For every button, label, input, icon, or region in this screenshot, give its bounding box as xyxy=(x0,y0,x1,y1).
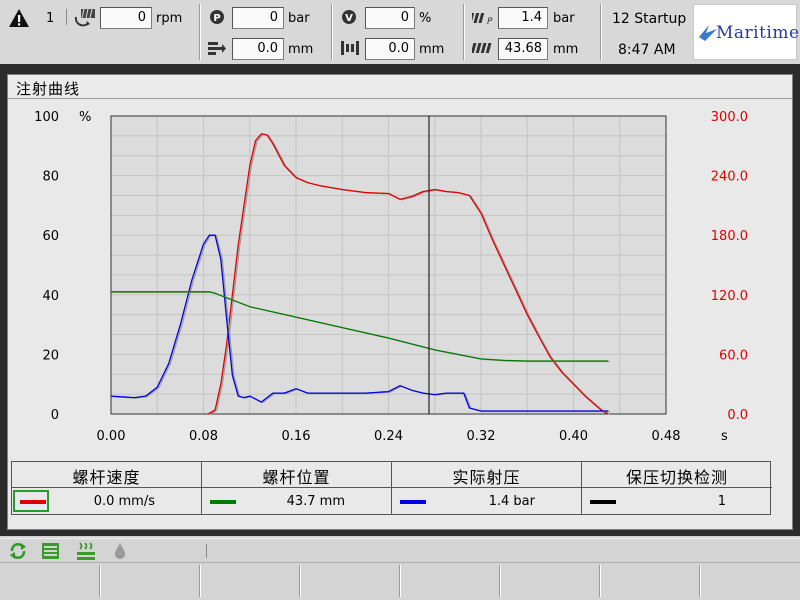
legend-value: 1 xyxy=(717,494,726,509)
stroke-field[interactable]: 0.0 xyxy=(232,38,284,60)
right-tick-label: 180.0 xyxy=(711,229,748,244)
pressure-unit: bar xyxy=(288,11,310,26)
legend-value: 43.7 mm xyxy=(286,494,345,509)
alarm-count: 1 xyxy=(46,11,55,26)
status-divider xyxy=(206,544,207,558)
x-tick-label: 0.00 xyxy=(97,429,126,444)
injection-pressure-field[interactable]: 1.4 xyxy=(498,7,548,29)
separator xyxy=(600,4,602,60)
injection-pressure-icon: P xyxy=(472,13,493,26)
legend-item-changeover-detect[interactable]: 保压切换检测 1 xyxy=(582,462,772,514)
separator xyxy=(463,4,465,60)
divider xyxy=(66,9,67,25)
legend-item-actual-pressure[interactable]: 实际射压 1.4 bar xyxy=(392,462,582,514)
logo-text: Maritime xyxy=(716,23,800,43)
right-tick-label: 300.0 xyxy=(711,110,748,125)
x-tick-label: 0.32 xyxy=(467,429,496,444)
left-tick-label: 80 xyxy=(42,170,59,185)
legend-swatch-red xyxy=(20,500,46,504)
panel-title: 注射曲线 xyxy=(8,75,792,99)
legend-swatch-blue xyxy=(400,500,426,504)
legend-label: 螺杆位置 xyxy=(202,462,391,488)
machine-mode[interactable]: 12 Startup xyxy=(612,11,686,27)
x-tick-label: 0.16 xyxy=(282,429,311,444)
cycle-icon[interactable] xyxy=(8,542,28,560)
left-axis-unit: % xyxy=(79,110,91,125)
injection-pos-field[interactable]: 43.68 xyxy=(498,38,548,60)
bottom-status-bar xyxy=(0,538,800,562)
legend-swatch-green xyxy=(210,500,236,504)
legend-item-screw-speed[interactable]: 螺杆速度 0.0 mm/s xyxy=(12,462,202,514)
softkey-6[interactable] xyxy=(500,565,600,599)
injection-pressure-unit: bar xyxy=(553,11,575,26)
screw-rpm-unit: rpm xyxy=(156,11,183,26)
softkey-4[interactable] xyxy=(300,565,400,599)
softkey-8[interactable] xyxy=(700,565,800,599)
left-tick-label: 100 xyxy=(34,110,59,125)
valve-icon: V xyxy=(342,10,356,24)
separator xyxy=(199,4,201,60)
right-tick-label: 60.0 xyxy=(719,348,748,363)
right-tick-label: 120.0 xyxy=(711,289,748,304)
clock: 8:47 AM xyxy=(618,42,676,58)
softkey-5[interactable] xyxy=(400,565,500,599)
left-tick-label: 0 xyxy=(51,408,59,423)
x-tick-label: 0.40 xyxy=(559,429,588,444)
legend-label: 螺杆速度 xyxy=(12,462,201,488)
mold-pos-unit: mm xyxy=(419,42,445,57)
left-tick-label: 60 xyxy=(42,229,59,244)
svg-text:P: P xyxy=(213,13,220,24)
injection-position-icon xyxy=(472,43,492,53)
separator xyxy=(331,4,333,60)
valve-percent-unit: % xyxy=(419,11,432,26)
x-tick-label: 0.48 xyxy=(652,429,681,444)
legend-swatch-black xyxy=(590,500,616,504)
legend-label: 保压切换检测 xyxy=(582,462,772,488)
mold-icon xyxy=(341,41,359,55)
left-tick-label: 20 xyxy=(42,348,59,363)
x-axis-unit: s xyxy=(721,429,728,444)
heater-icon[interactable] xyxy=(75,541,97,561)
left-tick-label: 40 xyxy=(42,289,59,304)
svg-text:P: P xyxy=(487,17,493,26)
legend-value: 1.4 bar xyxy=(488,494,535,509)
injection-curve-chart[interactable]: 0.00 0.08 0.16 0.24 0.32 0.40 0.48 s 0 20 40 60 80 10… xyxy=(7,98,787,454)
brand-logo: Maritime xyxy=(693,4,800,60)
softkey-1[interactable] xyxy=(0,565,100,599)
legend-value: 0.0 mm/s xyxy=(93,494,155,509)
injection-pos-unit: mm xyxy=(553,42,579,57)
stroke-icon xyxy=(208,42,226,55)
x-tick-label: 0.24 xyxy=(374,429,403,444)
valve-percent-field[interactable]: 0 xyxy=(365,7,415,29)
svg-text:V: V xyxy=(345,13,353,24)
pressure-field[interactable]: 0 xyxy=(232,7,284,29)
warning-icon[interactable] xyxy=(8,8,30,28)
mold-pos-field[interactable]: 0.0 xyxy=(365,38,415,60)
right-tick-label: 240.0 xyxy=(711,170,748,185)
softkey-3[interactable] xyxy=(200,565,300,599)
right-tick-label: 0.0 xyxy=(727,408,748,423)
pressure-icon: P xyxy=(210,10,224,24)
softkey-2[interactable] xyxy=(100,565,200,599)
drop-icon[interactable] xyxy=(113,542,127,560)
stack-icon[interactable] xyxy=(41,542,61,560)
softkey-bar xyxy=(0,562,800,600)
stroke-unit: mm xyxy=(288,42,314,57)
screw-rotation-icon xyxy=(74,8,95,27)
softkey-7[interactable] xyxy=(600,565,700,599)
curve-legend: 螺杆速度 0.0 mm/s 螺杆位置 43.7 mm 实际射压 1.4 bar … xyxy=(11,461,772,515)
x-tick-label: 0.08 xyxy=(189,429,218,444)
legend-item-screw-position[interactable]: 螺杆位置 43.7 mm xyxy=(202,462,392,514)
legend-label: 实际射压 xyxy=(392,462,581,488)
screw-rpm-field[interactable]: 0 xyxy=(100,7,152,29)
top-status-bar: 1 0 rpm P 0 bar 0.0 mm V 0 % 0.0 mm P 1.… xyxy=(0,0,800,64)
